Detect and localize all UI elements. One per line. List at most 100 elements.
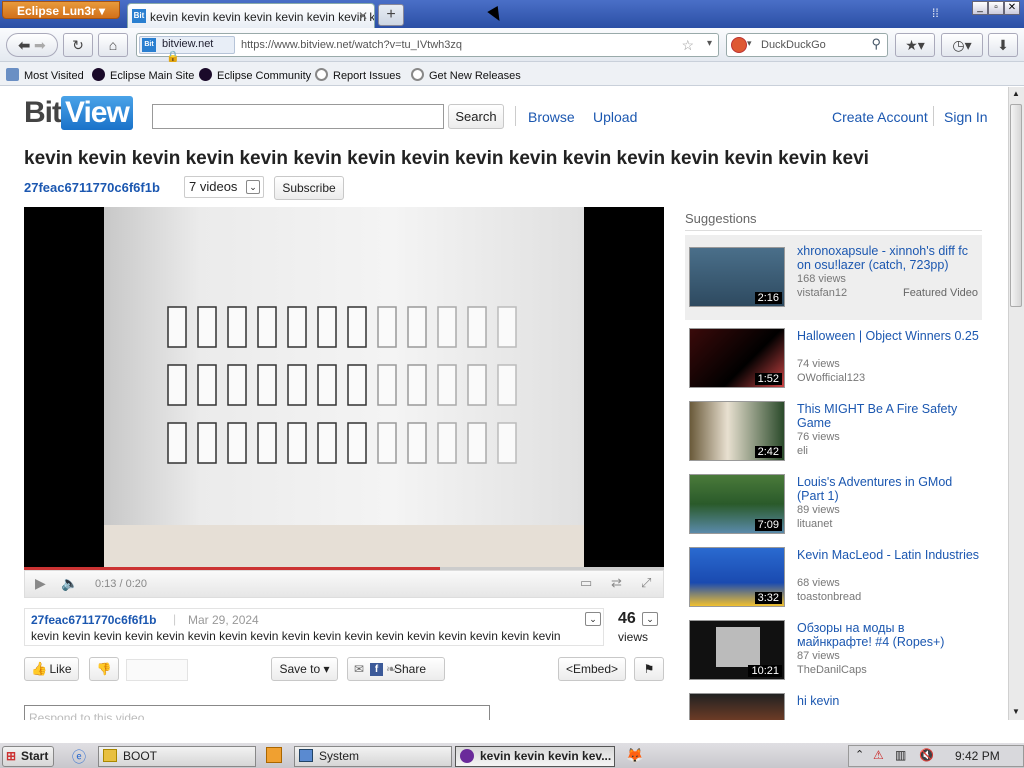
url-dropdown-icon[interactable]: ▾ xyxy=(707,38,712,49)
site-identity-badge[interactable]: Bit bitview.net 🔒 xyxy=(139,36,235,63)
flag-button[interactable]: ⚑ xyxy=(634,657,664,681)
search-icon[interactable]: ⚲ xyxy=(871,36,881,52)
bookmark-report-issues[interactable]: Report Issues xyxy=(315,68,401,82)
suggestion-user[interactable]: TheDanilCaps xyxy=(797,664,867,676)
bitview-logo[interactable]: Bit View xyxy=(24,96,133,136)
save-to-button[interactable]: Save to ▾ xyxy=(271,657,338,681)
suggestion-item[interactable]: 7:09 Louis's Adventures in GMod (Part 1)… xyxy=(685,470,982,536)
suggestion-title[interactable]: Обзоры на моды в майнкрафте! #4 (Ropes+) xyxy=(797,621,982,649)
suggestion-item[interactable]: 1:52 Halloween | Object Winners 0.25 74 … xyxy=(685,324,982,390)
close-window-button[interactable]: ✕ xyxy=(1004,1,1020,15)
tray-icon[interactable]: ⚠ xyxy=(873,748,884,762)
duration: 2:42 xyxy=(754,446,782,458)
play-icon[interactable]: ▶ xyxy=(35,575,46,592)
video-player[interactable] xyxy=(24,207,664,567)
browser-tab[interactable]: Bit kevin kevin kevin kevin kevin kevin … xyxy=(127,3,375,28)
subscribe-button[interactable]: Subscribe xyxy=(274,176,344,200)
chevron-up-icon[interactable]: ⌃ xyxy=(855,748,864,761)
suggestion-thumbnail[interactable]: 1:52 xyxy=(689,328,785,388)
suggestion-thumbnail[interactable] xyxy=(689,693,785,720)
maximize-button[interactable]: ▫ xyxy=(988,1,1004,15)
suggestion-title[interactable]: xhronoxapsule - xinnoh's diff fc on osu!… xyxy=(797,244,982,272)
scrollbar-thumb[interactable] xyxy=(1010,104,1022,307)
fox-icon[interactable]: 🦊 xyxy=(626,747,643,764)
sign-in-link[interactable]: Sign In xyxy=(944,109,988,125)
suggestion-thumbnail[interactable]: 10:21 xyxy=(689,620,785,680)
suggestion-user[interactable]: toastonbread xyxy=(797,591,861,603)
suggestion-thumbnail[interactable]: 2:16 xyxy=(689,247,785,307)
suggestion-title[interactable]: Louis's Adventures in GMod (Part 1) xyxy=(797,475,982,503)
suggestion-title[interactable]: hi kevin xyxy=(797,694,982,708)
share-button[interactable]: ✉ f ❧ Share xyxy=(347,657,445,681)
site-search-input[interactable] xyxy=(152,104,444,129)
bookmark-eclipse-community[interactable]: Eclipse Community xyxy=(199,68,311,82)
suggestion-item[interactable]: 3:32 Kevin MacLeod - Latin Industries 68… xyxy=(685,543,982,609)
bookmark-star-icon[interactable]: ☆ xyxy=(681,37,694,54)
media-icon[interactable] xyxy=(266,747,282,763)
suggestion-item[interactable]: 2:16 xhronoxapsule - xinnoh's diff fc on… xyxy=(685,235,982,320)
expand-description-icon[interactable]: ⌄ xyxy=(585,612,601,626)
forward-arrow-icon[interactable]: ➡ xyxy=(34,37,46,53)
volume-muted-icon[interactable]: 🔇 xyxy=(919,748,934,762)
address-bar[interactable]: Bit bitview.net 🔒 https://www.bitview.ne… xyxy=(136,33,719,63)
fullscreen-icon[interactable]: ⤢ xyxy=(641,575,651,591)
suggestion-item[interactable]: 10:21 Обзоры на моды в майнкрафте! #4 (R… xyxy=(685,616,982,682)
popout-icon[interactable]: ▭ xyxy=(580,575,592,591)
back-arrow-icon[interactable]: ⬅ xyxy=(18,37,30,53)
app-menu-button[interactable]: Eclipse Lun3r ▾ xyxy=(2,1,120,19)
email-icon: ✉ xyxy=(354,662,365,676)
dislike-button[interactable]: 👎 xyxy=(89,657,119,681)
back-forward-button[interactable]: ⬅ ➡ xyxy=(6,33,58,57)
volume-icon[interactable]: 🔈 xyxy=(61,575,78,592)
suggestion-item[interactable]: 2:42 This MIGHT Be A Fire Safety Game 76… xyxy=(685,397,982,463)
uploader-link[interactable]: 27feac6711770c6f6f1b xyxy=(31,613,156,627)
videos-count-dropdown[interactable]: 7 videos ⌄ xyxy=(184,176,264,198)
scroll-up-icon[interactable]: ▲ xyxy=(1012,89,1020,98)
bookmarks-menu-button[interactable]: ★▾ xyxy=(895,33,935,57)
channel-link[interactable]: 27feac6711770c6f6f1b xyxy=(24,180,160,195)
suggestion-thumbnail[interactable]: 2:42 xyxy=(689,401,785,461)
info-divider: | xyxy=(173,612,177,626)
home-button[interactable]: ⌂ xyxy=(98,33,128,57)
suggestion-title[interactable]: Kevin MacLeod - Latin Industries xyxy=(797,548,982,562)
create-account-link[interactable]: Create Account xyxy=(832,109,928,125)
comment-input[interactable]: Respond to this video xyxy=(24,705,490,720)
close-tab-icon[interactable]: ✕ xyxy=(358,9,368,23)
reload-button[interactable]: ↻ xyxy=(63,33,93,57)
downloads-button[interactable]: ⬇ xyxy=(988,33,1018,57)
suggestion-user[interactable]: lituanet xyxy=(797,518,832,530)
suggestion-thumbnail[interactable]: 7:09 xyxy=(689,474,785,534)
network-icon[interactable]: ▥ xyxy=(895,748,906,762)
grid-icon[interactable]: ⁞⁞ xyxy=(932,6,939,20)
suggestion-user[interactable]: eli xyxy=(797,445,808,457)
suggestion-thumbnail[interactable]: 3:32 xyxy=(689,547,785,607)
bookmark-eclipse-main-site[interactable]: Eclipse Main Site xyxy=(92,68,194,82)
browse-link[interactable]: Browse xyxy=(528,109,575,125)
minimize-button[interactable]: _ xyxy=(972,1,988,15)
upload-link[interactable]: Upload xyxy=(593,109,637,125)
clock[interactable]: 9:42 PM xyxy=(955,749,1000,763)
bookmark-get-new-releases[interactable]: Get New Releases xyxy=(411,68,521,82)
suggestion-title[interactable]: This MIGHT Be A Fire Safety Game xyxy=(797,402,982,430)
taskbar-item-browser[interactable]: kevin kevin kevin kev... xyxy=(455,746,615,767)
chevron-down-icon[interactable]: ▾ xyxy=(747,38,752,49)
taskbar-item-boot[interactable]: BOOT xyxy=(98,746,256,767)
views-dropdown-icon[interactable]: ⌄ xyxy=(642,612,658,626)
taskbar-item-system[interactable]: System xyxy=(294,746,452,767)
suggestion-user[interactable]: vistafan12 xyxy=(797,287,847,299)
loop-icon[interactable]: ⇄ xyxy=(611,575,622,591)
ie-icon[interactable]: ⓔ xyxy=(72,747,86,767)
suggestion-item[interactable]: hi kevin xyxy=(685,689,982,720)
new-tab-button[interactable]: + xyxy=(378,4,404,26)
suggestion-user[interactable]: OWofficial123 xyxy=(797,372,865,384)
suggestion-title[interactable]: Halloween | Object Winners 0.25 xyxy=(797,329,982,343)
bookmark-most-visited[interactable]: Most Visited xyxy=(6,68,84,82)
embed-button[interactable]: <Embed> xyxy=(558,657,626,681)
scroll-down-icon[interactable]: ▼ xyxy=(1012,707,1020,716)
search-box[interactable]: ▾ DuckDuckGo ⚲ xyxy=(726,33,888,57)
site-search-button[interactable]: Search xyxy=(448,104,504,129)
bookmark-folder-icon xyxy=(6,68,19,81)
start-button[interactable]: ⊞ Start xyxy=(2,746,54,767)
history-button[interactable]: ◷▾ xyxy=(941,33,983,57)
like-button[interactable]: 👍 Like xyxy=(24,657,79,681)
